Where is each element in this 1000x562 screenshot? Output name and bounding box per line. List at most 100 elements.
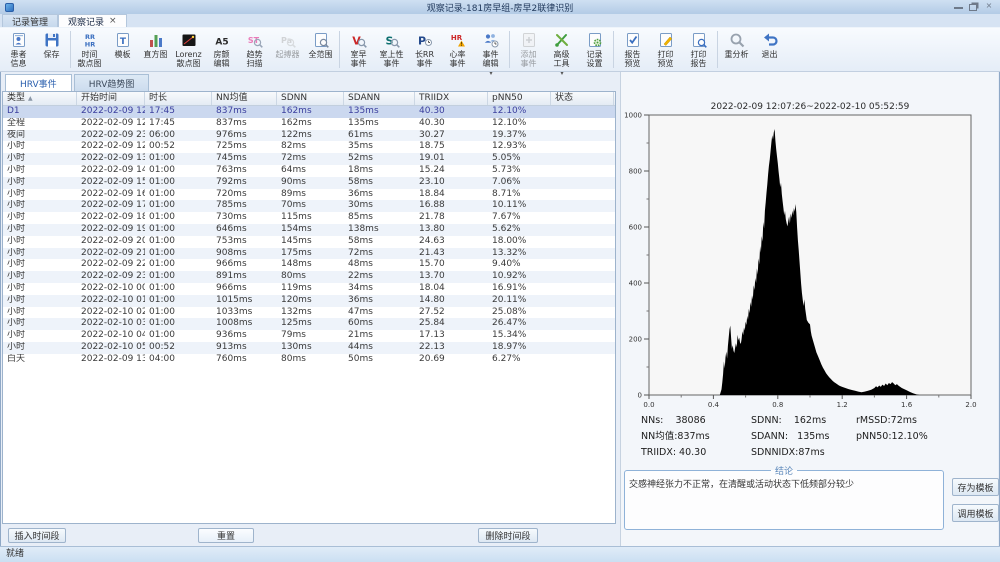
toolbar-long-rr-event-button[interactable]: P长RR事件 [408,29,441,70]
tools-icon [553,31,571,49]
table-cell: 2022-02-09 12:07 [77,118,145,130]
conclusion-legend: 结论 [771,464,797,477]
table-cell: 58ms [344,236,415,248]
table-cell [551,153,614,165]
table-row[interactable]: 小时2022-02-09 23:0001:00891ms80ms22ms13.7… [3,271,615,283]
table-row[interactable]: 小时2022-02-10 03:0001:001008ms125ms60ms25… [3,318,615,330]
table-cell: 44ms [344,342,415,354]
table-cell: 13.70 [415,271,488,283]
reset-button[interactable]: 重置 [198,528,254,543]
hrv-events-table: 类型▲开始时间时长NN均值SDNNSDANNTRIIDXpNN50状态 D120… [2,91,616,524]
table-cell: 753ms [212,236,277,248]
toolbar-histogram-button[interactable]: 直方图 [139,29,172,70]
table-cell [551,307,614,319]
table-row[interactable]: 小时2022-02-10 00:0001:00966ms119ms34ms18.… [3,283,615,295]
table-cell: 2022-02-09 16:00 [77,189,145,201]
patient-card-icon [10,31,28,49]
svg-text:Pa: Pa [280,36,291,45]
column-header-7[interactable]: TRIIDX [415,92,488,105]
toolbar-patient-info-button[interactable]: 患者信息 [2,29,35,70]
table-cell: 04:00 [145,354,212,366]
toolbar-svc-event-button[interactable]: S室上性事件 [375,29,408,70]
table-row[interactable]: 夜间2022-02-09 23:0006:00976ms122ms61ms30.… [3,130,615,142]
table-row[interactable]: 小时2022-02-10 02:0001:001033ms132ms47ms27… [3,307,615,319]
conclusion-text[interactable]: 交感神经张力不正常，在清醒或活动状态下低频部分较少 [625,477,943,490]
table-cell: 2022-02-09 13:00 [77,153,145,165]
column-header-3[interactable]: 时长 [145,92,212,105]
tab-observation-record[interactable]: 观察记录 × [58,14,127,27]
toolbar-advanced-tools-button[interactable]: 高级工具▾ [545,29,578,70]
tab-hrv-events[interactable]: HRV事件 [5,74,72,91]
toolbar-reanalyze-button[interactable]: 重分析 [720,29,753,70]
table-cell: 2022-02-10 00:00 [77,283,145,295]
toolbar-template-button[interactable]: T模板 [106,29,139,70]
svg-text:T: T [119,37,126,47]
table-row[interactable]: 小时2022-02-10 01:0001:001015ms120ms36ms14… [3,295,615,307]
table-row[interactable]: 小时2022-02-09 19:0001:00646ms154ms138ms13… [3,224,615,236]
table-cell: 154ms [277,224,344,236]
table-row[interactable]: 小时2022-02-09 13:0001:00745ms72ms52ms19.0… [3,153,615,165]
toolbar-exit-button[interactable]: 退出 [753,29,786,70]
table-cell: 763ms [212,165,277,177]
svg-text:1000: 1000 [624,112,642,120]
table-cell: 25.84 [415,318,488,330]
table-row[interactable]: 小时2022-02-09 14:0001:00763ms64ms18ms15.2… [3,165,615,177]
minimize-icon[interactable] [954,2,963,9]
table-row[interactable]: 小时2022-02-10 04:0001:00936ms79ms21ms17.1… [3,330,615,342]
column-header-5[interactable]: SDNN [277,92,344,105]
toolbar-save-button[interactable]: 保存 [35,29,68,70]
toolbar-lorenz-scatter-button[interactable]: Lorenz散点图 [172,29,205,70]
toolbar-report-preview-button[interactable]: 报告预览 [616,29,649,70]
table-row[interactable]: 小时2022-02-09 20:0001:00753ms145ms58ms24.… [3,236,615,248]
svg-text:HR: HR [84,41,94,49]
table-cell: 5.05% [488,153,551,165]
table-cell: 夜间 [3,130,77,142]
column-header-1[interactable]: 类型▲ [3,92,77,105]
toolbar-record-settings-button[interactable]: 记录设置 [578,29,611,70]
table-row[interactable]: 小时2022-02-09 16:0001:00720ms89ms36ms18.8… [3,189,615,201]
table-cell [551,177,614,189]
toolbar-button-label: 室早事件 [351,50,367,68]
load-template-button[interactable]: 调用模板 [952,504,999,522]
toolbar-print-report-button[interactable]: 打印报告▾ [682,29,715,70]
table-row[interactable]: 小时2022-02-09 15:0001:00792ms90ms58ms23.1… [3,177,615,189]
toolbar-print-preview-button[interactable]: 打印预览 [649,29,682,70]
table-row[interactable]: 小时2022-02-09 22:0001:00966ms148ms48ms15.… [3,259,615,271]
toolbar-event-edit-button[interactable]: 事件编辑▾ [474,29,507,70]
table-header: 类型▲开始时间时长NN均值SDNNSDANNTRIIDXpNN50状态 [3,92,615,106]
column-header-2[interactable]: 开始时间 [77,92,145,105]
column-header-8[interactable]: pNN50 [488,92,551,105]
svg-text:!: ! [460,42,462,48]
column-header-4[interactable]: NN均值 [212,92,277,105]
table-row[interactable]: 小时2022-02-09 21:0001:00908ms175ms72ms21.… [3,248,615,260]
column-header-9[interactable]: 状态 [551,92,614,105]
column-header-6[interactable]: SDANN [344,92,415,105]
hr-warning-icon: HR! [449,31,467,49]
toolbar-full-range-button[interactable]: 全范围 [304,29,337,70]
toolbar-pvc-event-button[interactable]: V室早事件 [342,29,375,70]
toolbar-trend-scan-button[interactable]: ST趋势扫描 [238,29,271,70]
table-row[interactable]: 白天2022-02-09 13:0004:00760ms80ms50ms20.6… [3,354,615,366]
toolbar-afib-edit-button[interactable]: A5房颤编辑 [205,29,238,70]
toolbar-hr-event-button[interactable]: HR!心率事件 [441,29,474,70]
tab-record-management[interactable]: 记录管理 [2,14,58,27]
a5-icon: A5 [213,31,231,49]
table-row[interactable]: 小时2022-02-09 18:0001:00730ms115ms85ms21.… [3,212,615,224]
table-row[interactable]: 小时2022-02-09 17:0001:00785ms70ms30ms16.8… [3,200,615,212]
table-cell: 18.04 [415,283,488,295]
save-as-template-button[interactable]: 存为模板 [952,478,999,496]
table-row[interactable]: D12022-02-09 12:0717:45837ms162ms135ms40… [3,106,615,118]
restore-icon[interactable] [969,4,977,11]
tab-hrv-trend[interactable]: HRV趋势图 [74,74,150,91]
table-row[interactable]: 小时2022-02-10 05:0000:52913ms130ms44ms22.… [3,342,615,354]
table-cell: 27.52 [415,307,488,319]
insert-period-button[interactable]: 插入时间段 [8,528,66,543]
table-row[interactable]: 全程2022-02-09 12:0717:45837ms162ms135ms40… [3,118,615,130]
table-cell: 7.67% [488,212,551,224]
table-row[interactable]: 小时2022-02-09 12:0700:52725ms82ms35ms18.7… [3,141,615,153]
delete-period-button[interactable]: 删除时间段 [478,528,538,543]
table-cell: 21.78 [415,212,488,224]
tab-close-icon[interactable]: × [109,17,117,26]
toolbar-time-scatter-button[interactable]: RRHR时间散点图 [73,29,106,70]
close-icon[interactable]: × [983,2,995,11]
